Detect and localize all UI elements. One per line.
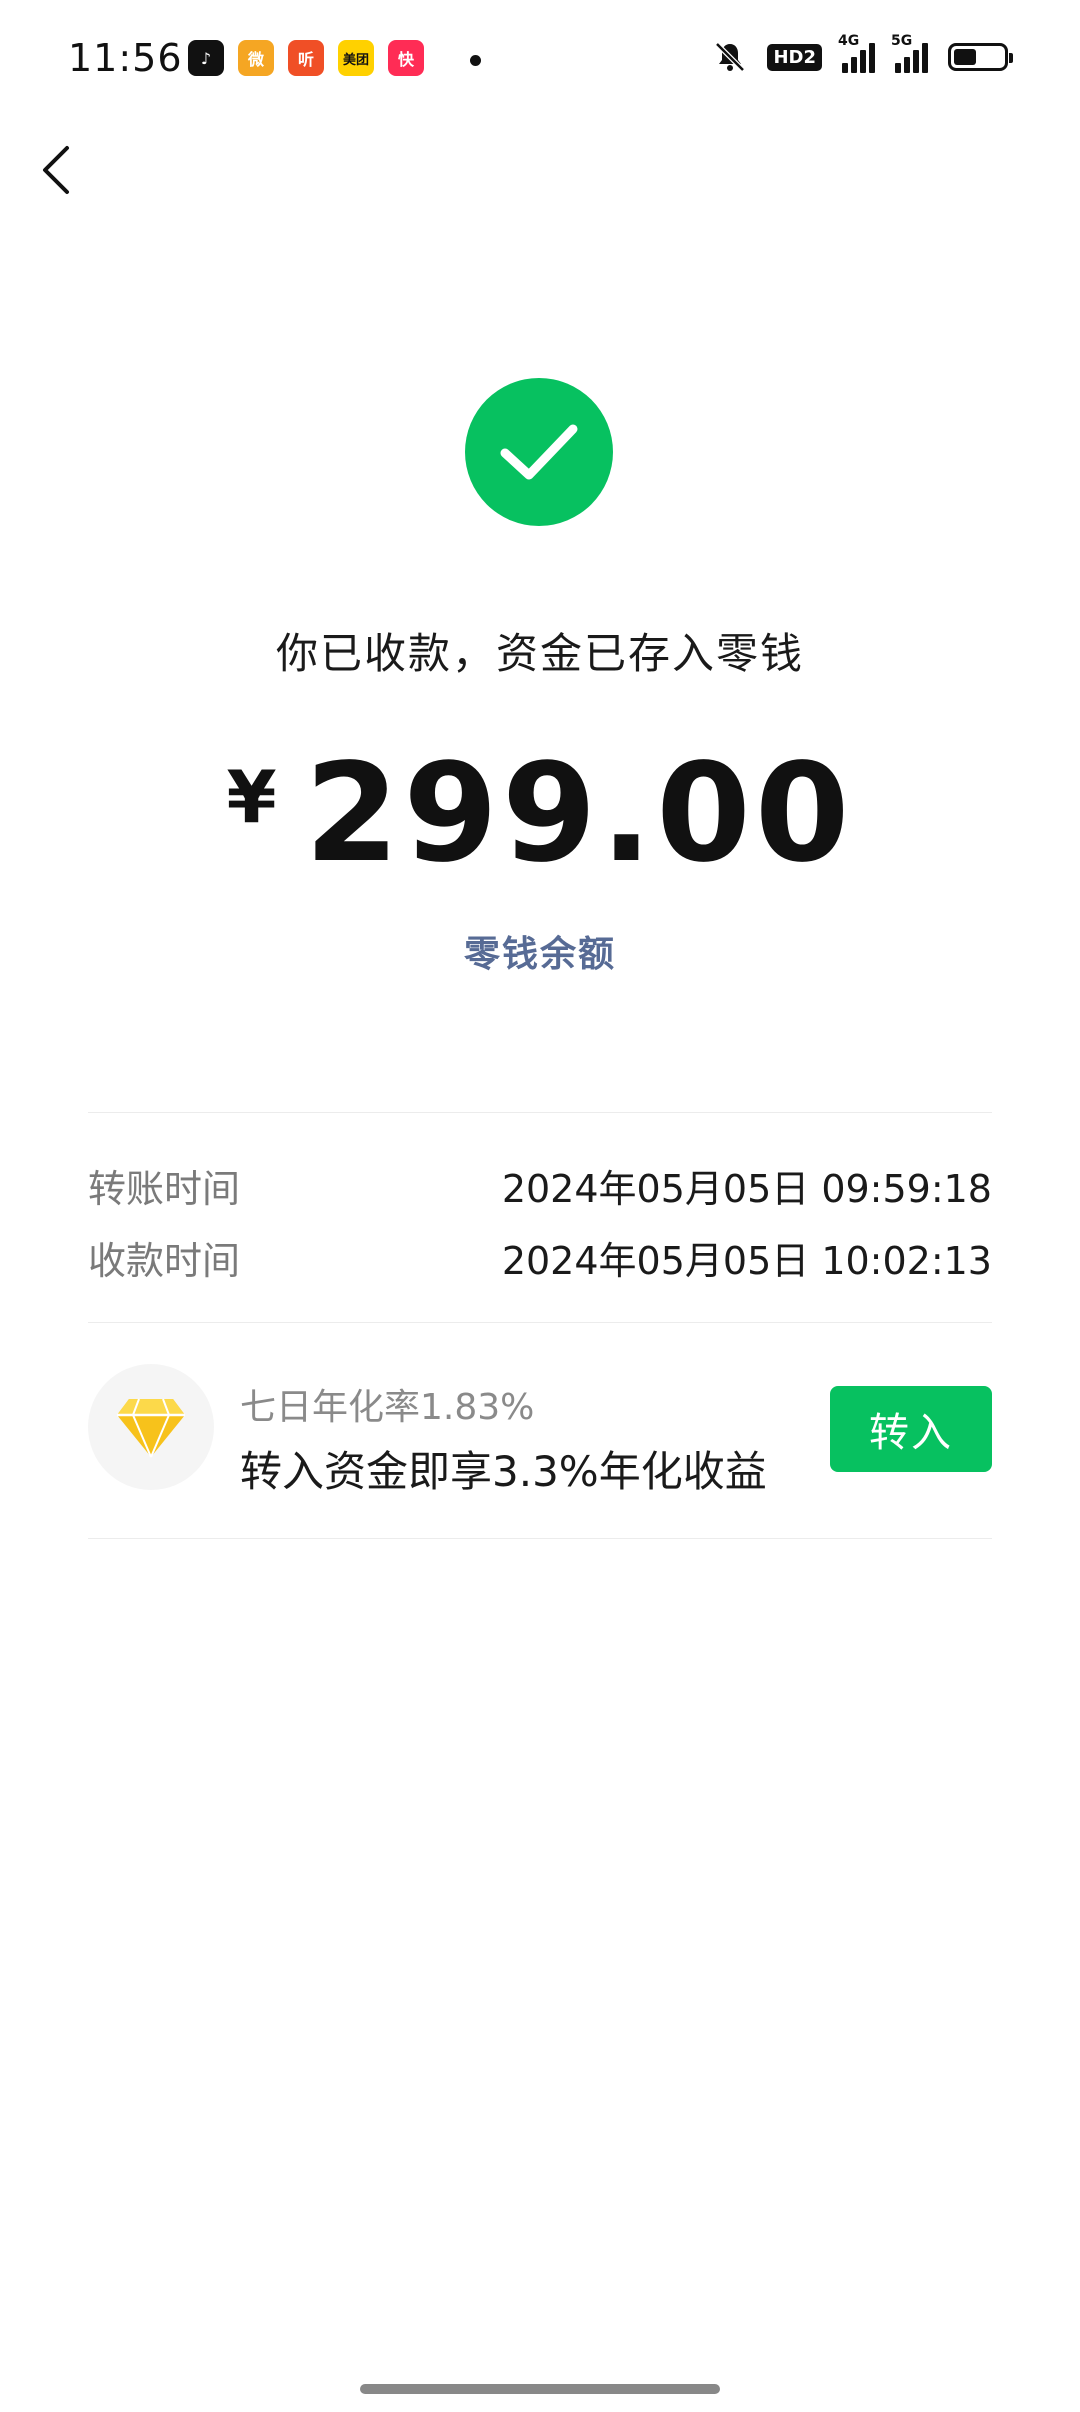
weibo-icon: 微 [238, 40, 274, 76]
battery-icon [948, 43, 1013, 71]
chevron-left-icon [43, 146, 69, 194]
status-time: 11:56 [68, 36, 183, 80]
payment-received-screen: 11:56 ♪ 微 听 美团 快 HD2 4G 5G 你已收款，资金已存入零钱 … [0, 0, 1080, 2412]
diamond-icon [117, 1398, 185, 1458]
transfer-in-button[interactable]: 转入 [830, 1386, 992, 1472]
receive-time-row: 收款时间 2024年05月05日 10:02:13 [88, 1230, 992, 1285]
divider [88, 1538, 992, 1539]
signal-4g-icon: 4G [838, 33, 875, 73]
transfer-time-value: 2024年05月05日 09:59:18 [501, 1167, 992, 1211]
status-bar: 11:56 ♪ 微 听 美团 快 HD2 4G 5G [0, 0, 1080, 120]
checkmark-icon [500, 424, 578, 480]
success-check-circle [465, 378, 613, 526]
receive-time-value: 2024年05月05日 10:02:13 [501, 1239, 992, 1283]
system-icons: HD2 4G 5G [713, 33, 1013, 74]
amount-display: ¥299.00 [0, 735, 1080, 893]
transfer-time-row: 转账时间 2024年05月05日 09:59:18 [88, 1158, 992, 1213]
divider [88, 1322, 992, 1323]
currency-symbol: ¥ [226, 755, 277, 839]
notification-icons: ♪ 微 听 美团 快 [188, 40, 424, 76]
divider [88, 1112, 992, 1113]
signal-5g-icon: 5G [891, 33, 928, 73]
balance-link[interactable]: 零钱余额 [0, 925, 1080, 977]
transfer-time-label: 转账时间 [88, 1167, 241, 1211]
back-button[interactable] [26, 140, 86, 200]
promo-icon-circle [88, 1364, 214, 1490]
yield-promo: 七日年化率1.83% 转入资金即享3.3%年化收益 转入 [88, 1362, 992, 1496]
kuaishou-icon: 快 [388, 40, 424, 76]
amount-value: 299.00 [304, 735, 854, 893]
douyin-icon: ♪ [188, 40, 224, 76]
hd-badge: HD2 [767, 43, 822, 71]
received-message: 你已收款，资金已存入零钱 [275, 629, 804, 678]
receive-time-label: 收款时间 [88, 1239, 241, 1283]
promo-subtitle: 七日年化率1.83% [240, 1387, 535, 1428]
more-notifications-dot [470, 55, 481, 66]
promo-title: 转入资金即享3.3%年化收益 [240, 1447, 767, 1496]
home-indicator[interactable] [360, 2384, 720, 2394]
meituan-icon: 美团 [338, 40, 374, 76]
mute-bell-icon [715, 42, 746, 72]
ting-icon: 听 [288, 40, 324, 76]
